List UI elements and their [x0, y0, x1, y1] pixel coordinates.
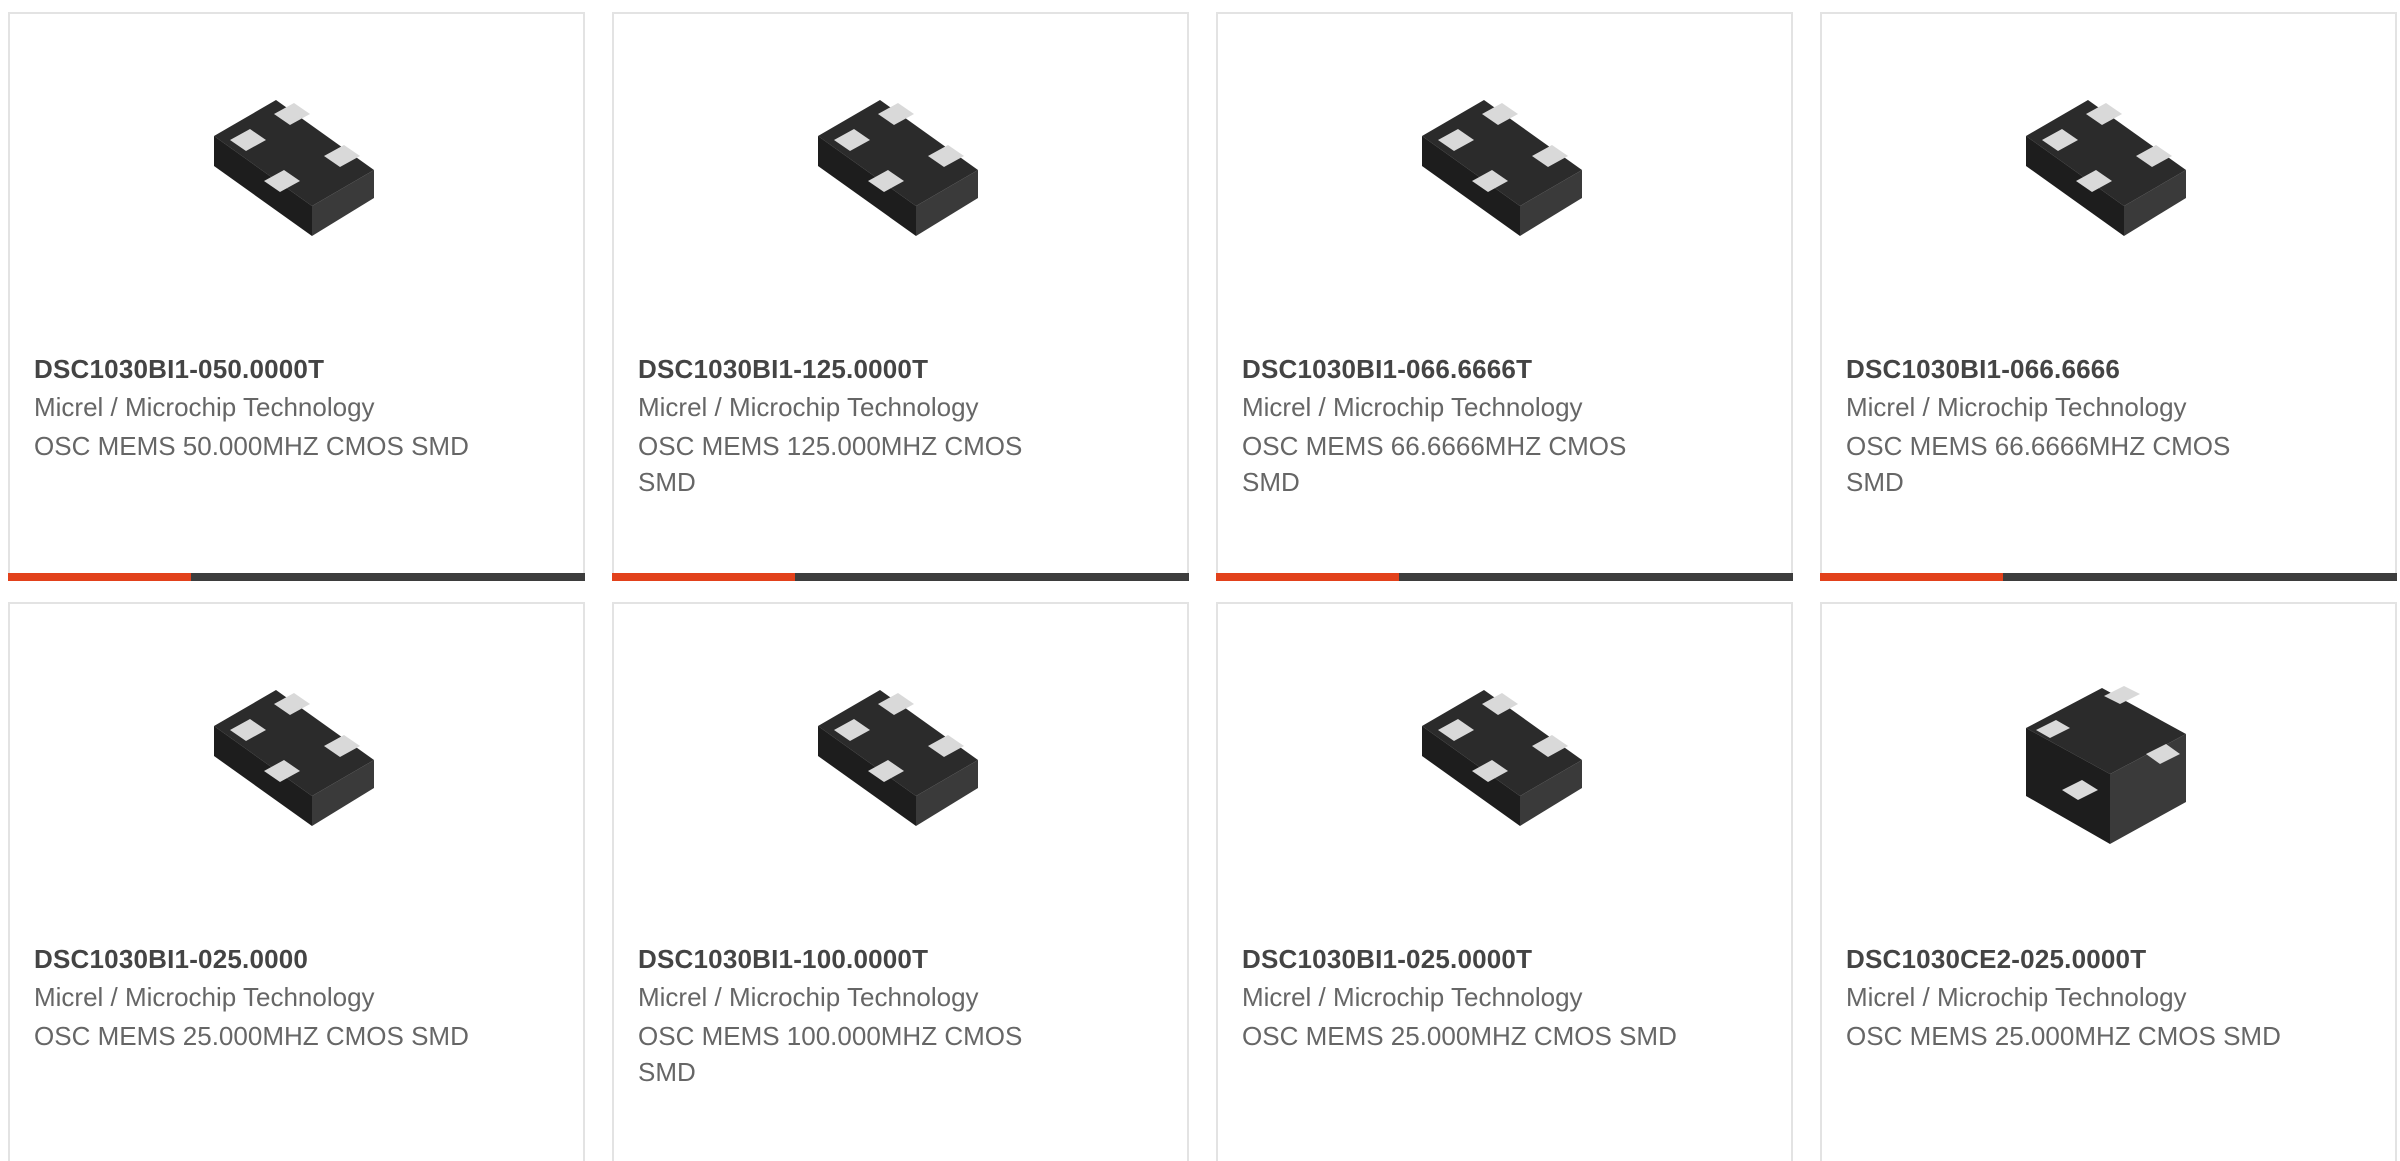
card-accent-bar [1820, 573, 2003, 581]
product-card[interactable]: DSC1030CE2-025.0000T Micrel / Microchip … [1820, 602, 2397, 1161]
product-card[interactable]: DSC1030BI1-066.6666 Micrel / Microchip T… [1820, 12, 2397, 581]
part-number[interactable]: DSC1030BI1-100.0000T [638, 944, 928, 975]
part-number[interactable]: DSC1030BI1-066.6666T [1242, 354, 1532, 385]
part-number[interactable]: DSC1030BI1-125.0000T [638, 354, 928, 385]
product-description: OSC MEMS 50.000MHZ CMOS SMD [34, 431, 469, 461]
part-number[interactable]: DSC1030BI1-066.6666 [1846, 354, 2120, 385]
product-description: OSC MEMS 66.6666MHZ CMOS SMD [1846, 431, 2231, 497]
product-card[interactable]: DSC1030BI1-050.0000T Micrel / Microchip … [8, 12, 585, 581]
card-accent-bar [612, 573, 795, 581]
mems-oscillator-chip-icon[interactable] [1402, 668, 1602, 868]
card-bottom-bar [1820, 573, 2397, 581]
mems-oscillator-chip-icon[interactable] [1402, 78, 1602, 278]
product-card[interactable]: DSC1030BI1-066.6666T Micrel / Microchip … [1216, 12, 1793, 581]
manufacturer: Micrel / Microchip Technology [34, 982, 375, 1012]
card-bottom-bar [8, 573, 585, 581]
mems-oscillator-chip-icon[interactable] [194, 668, 394, 868]
mems-oscillator-chip-icon[interactable] [798, 668, 998, 868]
manufacturer: Micrel / Microchip Technology [1846, 392, 2187, 422]
product-card[interactable]: DSC1030BI1-025.0000T Micrel / Microchip … [1216, 602, 1793, 1161]
manufacturer: Micrel / Microchip Technology [638, 392, 979, 422]
part-number[interactable]: DSC1030BI1-050.0000T [34, 354, 324, 385]
mems-oscillator-chip-square-icon[interactable] [2006, 668, 2206, 868]
manufacturer: Micrel / Microchip Technology [1242, 982, 1583, 1012]
product-description: OSC MEMS 25.000MHZ CMOS SMD [1242, 1021, 1677, 1051]
product-card[interactable]: DSC1030BI1-025.0000 Micrel / Microchip T… [8, 602, 585, 1161]
mems-oscillator-chip-icon[interactable] [798, 78, 998, 278]
mems-oscillator-chip-icon[interactable] [194, 78, 394, 278]
card-bottom-bar [612, 573, 1189, 581]
card-accent-bar [8, 573, 191, 581]
product-description: OSC MEMS 25.000MHZ CMOS SMD [1846, 1021, 2281, 1051]
product-description: OSC MEMS 25.000MHZ CMOS SMD [34, 1021, 469, 1051]
product-card[interactable]: DSC1030BI1-125.0000T Micrel / Microchip … [612, 12, 1189, 581]
product-description: OSC MEMS 100.000MHZ CMOS SMD [638, 1021, 1023, 1087]
product-description: OSC MEMS 66.6666MHZ CMOS SMD [1242, 431, 1627, 497]
manufacturer: Micrel / Microchip Technology [638, 982, 979, 1012]
manufacturer: Micrel / Microchip Technology [1846, 982, 2187, 1012]
part-number[interactable]: DSC1030BI1-025.0000T [1242, 944, 1532, 975]
card-accent-bar [1216, 573, 1399, 581]
part-number[interactable]: DSC1030BI1-025.0000 [34, 944, 308, 975]
product-description: OSC MEMS 125.000MHZ CMOS SMD [638, 431, 1023, 497]
product-card[interactable]: DSC1030BI1-100.0000T Micrel / Microchip … [612, 602, 1189, 1161]
mems-oscillator-chip-icon[interactable] [2006, 78, 2206, 278]
part-number[interactable]: DSC1030CE2-025.0000T [1846, 944, 2146, 975]
product-grid: DSC1030BI1-050.0000T Micrel / Microchip … [8, 12, 2400, 1161]
manufacturer: Micrel / Microchip Technology [34, 392, 375, 422]
manufacturer: Micrel / Microchip Technology [1242, 392, 1583, 422]
card-bottom-bar [1216, 573, 1793, 581]
